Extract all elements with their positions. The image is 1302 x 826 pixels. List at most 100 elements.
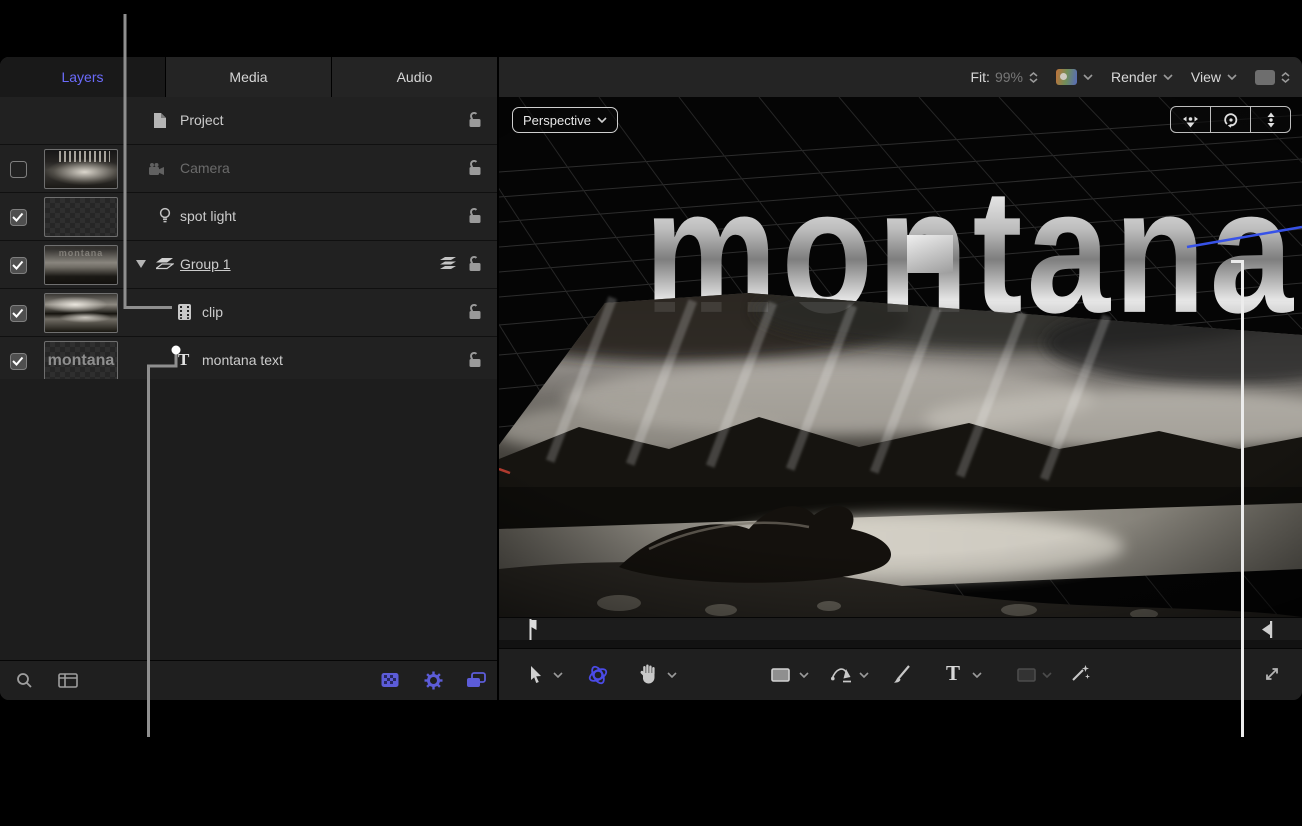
screenshot-root: { "app": { "tabs": { "layers": "Layers",…: [0, 0, 1302, 826]
text-tool-icon[interactable]: T: [946, 663, 960, 684]
select-arrow-icon[interactable]: [529, 666, 543, 684]
layer-row-project[interactable]: Project: [0, 97, 497, 145]
chevron-down-icon: [1163, 74, 1173, 80]
zoom-stepper[interactable]: [1029, 71, 1038, 83]
hand-tool-icon[interactable]: [640, 664, 658, 684]
tab-audio-label: Audio: [396, 69, 433, 85]
layout-stepper: [1281, 71, 1290, 83]
panel-layout-icon[interactable]: [58, 673, 78, 689]
play-range-start-marker[interactable]: [525, 619, 537, 641]
layer-row-montana-text[interactable]: montana T montana text: [0, 337, 497, 385]
layer-stack-icon: [440, 257, 456, 269]
window-layout-control[interactable]: [1255, 69, 1290, 85]
camera-control-group: [1170, 106, 1291, 133]
play-range-end-marker[interactable]: [1261, 621, 1273, 638]
montana-text-thumbnail[interactable]: montana: [44, 341, 118, 381]
mini-timeline[interactable]: [499, 617, 1302, 641]
render-label: Render: [1110, 69, 1157, 85]
checkerboard-icon[interactable]: [381, 672, 399, 689]
clip-thumbnail[interactable]: [44, 293, 118, 333]
pan-camera-button[interactable]: [1171, 107, 1211, 132]
motion-app-window: Layers Media Audio Project Camera spot l…: [0, 57, 1302, 700]
layer-name: montana text: [202, 352, 283, 368]
lock-open-icon[interactable]: [466, 255, 483, 272]
resize-diagonal-icon[interactable]: [1263, 665, 1281, 683]
layers-panel-footer: [0, 660, 497, 700]
chevron-down-icon: [1227, 74, 1237, 80]
chevron-down-icon[interactable]: [972, 672, 982, 678]
mask-rect-tool-icon[interactable]: [1017, 668, 1036, 682]
layer-name: spot light: [180, 208, 237, 224]
disclosure-triangle-icon[interactable]: [136, 260, 146, 268]
light-bulb-icon: [159, 207, 171, 223]
shape-rect-tool-icon[interactable]: [771, 668, 790, 682]
layer-row-spot-light[interactable]: spot light: [0, 193, 497, 241]
chevron-down-icon: [597, 117, 607, 123]
orbit-3d-tool-icon[interactable]: [587, 664, 609, 686]
layer-name: Group 1: [180, 256, 231, 272]
lock-open-icon[interactable]: [466, 303, 483, 320]
viewer-toolbar: Fit: 99% Render View: [499, 57, 1302, 98]
spot-light-activate-checkbox[interactable]: [10, 209, 27, 226]
lock-open-icon[interactable]: [466, 207, 483, 224]
camera-view-label: Perspective: [523, 112, 591, 128]
view-menu[interactable]: View: [1191, 69, 1237, 85]
tab-layers[interactable]: Layers: [0, 57, 166, 97]
document-icon: [154, 113, 166, 128]
zoom-value: 99%: [994, 69, 1023, 85]
chevron-down-dim-icon[interactable]: [1042, 672, 1052, 678]
render-menu[interactable]: Render: [1111, 69, 1173, 85]
clip-activate-checkbox[interactable]: [10, 305, 27, 322]
layered-windows-icon[interactable]: [466, 672, 486, 689]
camera-activate-checkbox[interactable]: [10, 161, 27, 178]
lock-open-icon[interactable]: [466, 159, 483, 176]
dolly-camera-button[interactable]: [1251, 107, 1290, 132]
layer-name: Project: [180, 112, 224, 128]
tab-media-label: Media: [229, 69, 268, 85]
adjust-wand-tool-icon[interactable]: [1071, 664, 1091, 684]
landscape-clip-image: [499, 293, 1302, 617]
layer-row-group-1[interactable]: montana Group 1: [0, 241, 497, 289]
film-clip-icon: [178, 304, 191, 320]
lock-open-icon[interactable]: [466, 111, 483, 128]
tab-audio[interactable]: Audio: [332, 57, 497, 97]
spot-light-thumbnail[interactable]: [44, 197, 118, 237]
layer-name: clip: [202, 304, 224, 320]
fit-label: Fit:: [970, 69, 990, 85]
camera-icon: [149, 163, 164, 175]
tab-media[interactable]: Media: [166, 57, 332, 97]
chevron-down-icon[interactable]: [667, 672, 677, 678]
chevron-down-icon[interactable]: [859, 672, 869, 678]
gear-icon[interactable]: [424, 671, 443, 690]
layer-row-camera[interactable]: Camera: [0, 145, 497, 193]
camera-thumbnail[interactable]: [44, 149, 118, 189]
group-1-activate-checkbox[interactable]: [10, 257, 27, 274]
camera-view-menu[interactable]: Perspective: [512, 107, 618, 133]
color-swatch: [1055, 69, 1077, 85]
group-layers-icon: [156, 258, 174, 270]
layer-name: Camera: [180, 160, 230, 176]
chevron-down-icon[interactable]: [799, 672, 809, 678]
group-1-thumbnail[interactable]: montana: [44, 245, 118, 285]
canvas-toolbar: T: [499, 648, 1302, 700]
canvas-viewport[interactable]: montana Perspective: [499, 97, 1302, 617]
fit-zoom-control[interactable]: Fit: 99%: [971, 69, 1038, 85]
montana-text-activate-checkbox[interactable]: [10, 353, 27, 370]
layers-list-empty-area: [0, 379, 497, 660]
layout-square-icon: [1255, 69, 1275, 85]
bezier-pen-tool-icon[interactable]: [831, 664, 853, 684]
layers-list: Project Camera spot light montana Group …: [0, 97, 497, 385]
chevron-down-icon[interactable]: [553, 672, 563, 678]
orbit-camera-button[interactable]: [1211, 107, 1251, 132]
lock-open-icon[interactable]: [466, 351, 483, 368]
text-layer-icon: T: [178, 350, 190, 369]
mini-timeline-track[interactable]: [499, 640, 1302, 648]
layer-row-clip[interactable]: clip: [0, 289, 497, 337]
search-icon[interactable]: [16, 672, 34, 690]
tab-layers-label: Layers: [61, 69, 104, 85]
panel-tabbar: Layers Media Audio: [0, 57, 497, 98]
group-thumb-text: montana: [58, 248, 104, 258]
viewer-panel: Fit: 99% Render View montana Perspective…: [499, 57, 1302, 700]
paint-brush-tool-icon[interactable]: [893, 664, 911, 684]
channel-swatch-menu[interactable]: [1055, 69, 1093, 85]
